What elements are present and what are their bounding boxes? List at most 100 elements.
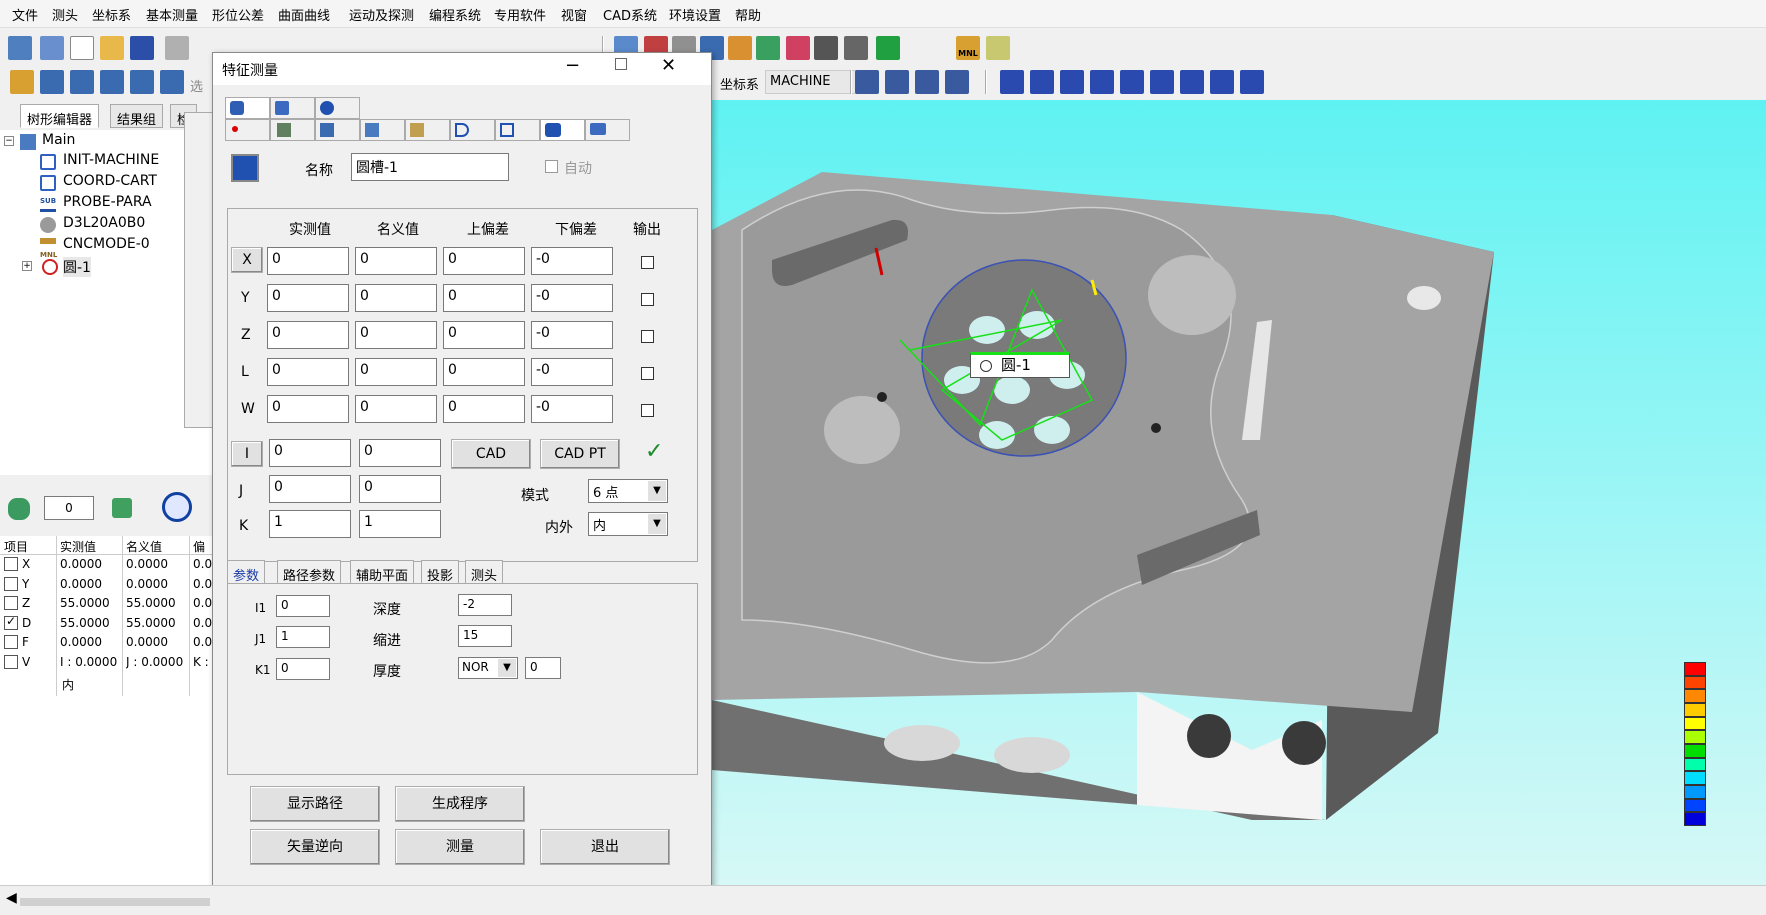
circle-icon[interactable]: [70, 70, 94, 94]
tool-5-icon[interactable]: [728, 36, 752, 60]
lower-tolerance-input[interactable]: -0: [531, 247, 613, 275]
menu-help[interactable]: 帮助: [735, 5, 761, 24]
thickness-input[interactable]: 0: [525, 657, 561, 679]
feature-tab-slot[interactable]: [585, 119, 630, 141]
result-row-checkbox[interactable]: [4, 654, 18, 669]
result-row-checkbox[interactable]: [4, 635, 18, 649]
menu-file[interactable]: 文件: [12, 5, 38, 24]
vector-actual-input[interactable]: 0: [269, 439, 351, 467]
lower-tolerance-input[interactable]: -0: [531, 321, 613, 349]
nominal-input[interactable]: 0: [355, 395, 437, 423]
retract-input[interactable]: 15: [458, 625, 512, 647]
feature-tab-round-slot[interactable]: [540, 119, 585, 141]
subtab-projection[interactable]: 投影: [421, 560, 460, 584]
feature-tab-point[interactable]: [225, 119, 270, 141]
output-checkbox[interactable]: [641, 293, 654, 306]
counter-field[interactable]: 0: [44, 496, 94, 520]
actual-input[interactable]: 0: [267, 321, 349, 349]
coord-select[interactable]: MACHINE: [765, 70, 860, 94]
upper-tolerance-input[interactable]: 0: [443, 321, 525, 349]
tree-item-circle-1[interactable]: 圆-1: [63, 257, 91, 277]
tool-6-icon[interactable]: [756, 36, 780, 60]
line-fit-icon[interactable]: [855, 70, 879, 94]
menu-window[interactable]: 视窗: [561, 5, 587, 24]
result-row-checkbox[interactable]: [4, 596, 18, 610]
menu-probe[interactable]: 测头: [52, 5, 78, 24]
paste-icon[interactable]: [165, 36, 189, 60]
feature-label-tag[interactable]: 圆-1: [970, 352, 1070, 378]
minimize-icon[interactable]: −: [565, 55, 580, 76]
feature-tab-box[interactable]: [315, 119, 360, 141]
angle-icon[interactable]: [1060, 70, 1084, 94]
probe-tool-icon[interactable]: [8, 498, 30, 520]
feature-tab-plane[interactable]: [225, 97, 270, 119]
tool-10-icon[interactable]: [876, 36, 900, 60]
upper-tolerance-input[interactable]: 0: [443, 284, 525, 312]
tree-item-coord-cart[interactable]: COORD-CART: [63, 173, 157, 189]
new-file-icon[interactable]: [70, 36, 94, 60]
inout-select[interactable]: 内 ▼: [588, 512, 668, 536]
sub-tool-icon[interactable]: [986, 36, 1010, 60]
vector-nominal-input[interactable]: 1: [359, 510, 441, 538]
result-row-checkbox[interactable]: [4, 576, 18, 591]
feature-tab-cube[interactable]: [360, 119, 405, 141]
menu-programming[interactable]: 编程系统: [429, 5, 481, 24]
position-icon[interactable]: [1090, 70, 1114, 94]
circle-fit-icon[interactable]: [915, 70, 939, 94]
vector-actual-input[interactable]: 0: [269, 475, 351, 503]
tree-item-probe-para[interactable]: PROBE-PARA: [63, 194, 152, 210]
tool-7-icon[interactable]: [786, 36, 810, 60]
maximize-icon[interactable]: [615, 58, 627, 70]
menu-special[interactable]: 专用软件: [494, 5, 546, 24]
runout-icon[interactable]: [1210, 70, 1234, 94]
vector-nominal-input[interactable]: 0: [359, 475, 441, 503]
menu-gdt[interactable]: 形位公差: [212, 5, 264, 24]
cad-button[interactable]: CAD: [451, 439, 531, 469]
output-checkbox[interactable]: [641, 367, 654, 380]
lower-tolerance-input[interactable]: -0: [531, 284, 613, 312]
cad-pt-button[interactable]: CAD PT: [540, 439, 620, 469]
nominal-input[interactable]: 0: [355, 247, 437, 275]
j1-input[interactable]: 1: [276, 626, 330, 648]
output-checkbox[interactable]: [641, 256, 654, 269]
menu-surface[interactable]: 曲面曲线: [278, 5, 330, 24]
scroll-left-icon[interactable]: ◀: [6, 890, 17, 906]
subtab-probe[interactable]: 测头: [465, 560, 504, 584]
output-checkbox[interactable]: [641, 330, 654, 343]
ellipse-icon[interactable]: [130, 70, 154, 94]
cad-viewport[interactable]: 圆-1: [712, 100, 1766, 885]
thickness-mode-select[interactable]: NOR ▼: [458, 657, 518, 679]
leaf-icon[interactable]: [112, 498, 132, 518]
close-icon[interactable]: ✕: [661, 55, 676, 76]
lower-tolerance-input[interactable]: -0: [531, 395, 613, 423]
reverse-vector-button[interactable]: 矢量逆向: [250, 829, 380, 865]
generate-program-button[interactable]: 生成程序: [395, 786, 525, 822]
tab-result-group[interactable]: 结果组: [110, 104, 164, 128]
subtab-params[interactable]: 参数: [227, 560, 266, 584]
tool-8-icon[interactable]: [814, 36, 838, 60]
result-row-checkbox[interactable]: ✓: [4, 614, 18, 630]
auto-checkbox[interactable]: [545, 160, 558, 173]
upper-tolerance-input[interactable]: 0: [443, 247, 525, 275]
vector-nominal-input[interactable]: 0: [359, 439, 441, 467]
parallel-icon[interactable]: [1000, 70, 1024, 94]
subtab-aux-plane[interactable]: 辅助平面: [350, 560, 415, 584]
show-path-button[interactable]: 显示路径: [250, 786, 380, 822]
output-checkbox[interactable]: [641, 404, 654, 417]
feature-tab-line[interactable]: [405, 119, 450, 141]
slot-icon[interactable]: [160, 70, 184, 94]
i1-input[interactable]: 0: [276, 595, 330, 617]
row-x-button[interactable]: X: [231, 247, 263, 273]
feature-tab-sphere[interactable]: [315, 97, 360, 119]
row-i-button[interactable]: I: [231, 441, 263, 467]
tree-item-d3l20a0b0[interactable]: D3L20A0B0: [63, 215, 145, 231]
total-runout-icon[interactable]: [1240, 70, 1264, 94]
upper-tolerance-input[interactable]: 0: [443, 395, 525, 423]
perpendicular-icon[interactable]: [1030, 70, 1054, 94]
menu-cad[interactable]: CAD系统: [603, 5, 657, 24]
actual-input[interactable]: 0: [267, 358, 349, 386]
tool-9-icon[interactable]: [844, 36, 868, 60]
tree-collapse-toggle[interactable]: −: [4, 136, 14, 146]
actual-input[interactable]: 0: [267, 395, 349, 423]
tab-tree-editor[interactable]: 树形编辑器: [20, 104, 100, 128]
